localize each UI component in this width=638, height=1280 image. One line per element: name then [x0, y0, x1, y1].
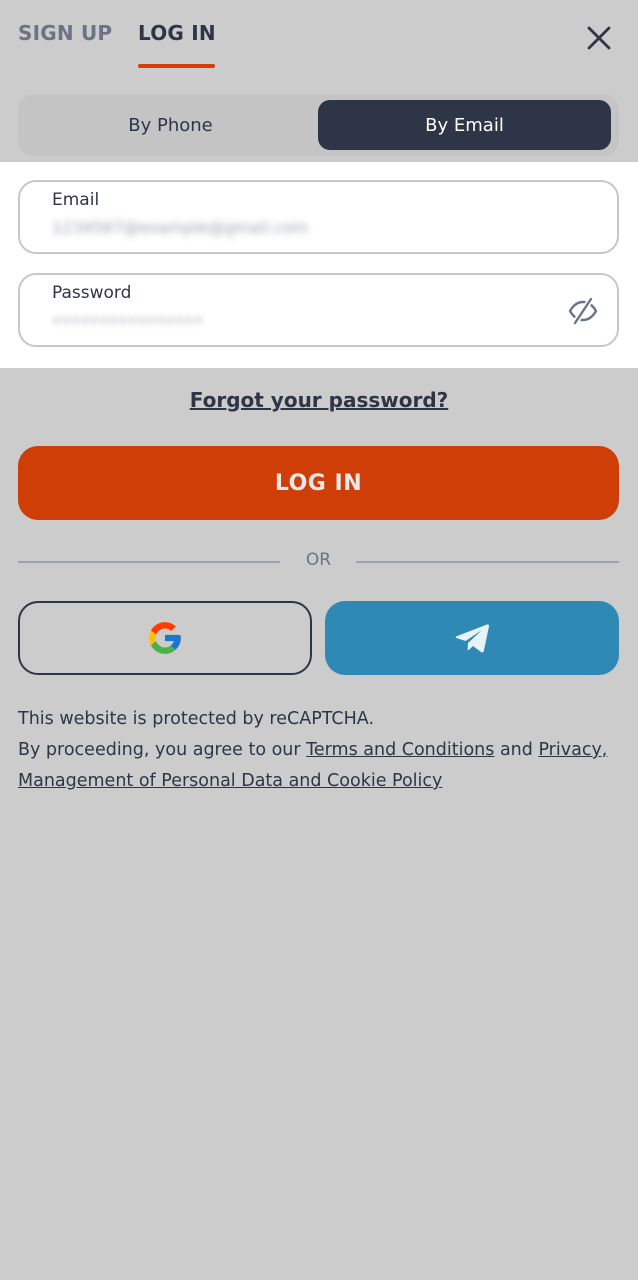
recaptcha-notice: This website is protected by reCAPTCHA.: [18, 709, 375, 729]
email-value[interactable]: 1234567@example@gmail.com: [52, 218, 308, 242]
privacy-link[interactable]: Privacy,: [538, 740, 607, 760]
eye-off-icon: [568, 297, 598, 325]
terms-prefix: By proceeding, you agree to our: [18, 740, 307, 760]
by-email-button[interactable]: By Email: [318, 100, 611, 150]
divider-line-right: [356, 561, 619, 563]
auth-tabs: SIGN UP LOG IN: [0, 0, 638, 80]
password-field[interactable]: Password ••••••••••••••••: [18, 273, 619, 347]
login-method-switch: By Phone By Email: [18, 94, 619, 156]
or-divider: OR: [18, 550, 619, 574]
by-phone-button[interactable]: By Phone: [24, 100, 317, 150]
terms-link[interactable]: Terms and Conditions: [306, 740, 494, 760]
google-login-button[interactable]: [18, 601, 312, 675]
telegram-icon: [455, 624, 490, 653]
tab-sign-up[interactable]: SIGN UP: [18, 21, 112, 45]
email-field[interactable]: Email 1234567@example@gmail.com: [18, 180, 619, 254]
forgot-password-link[interactable]: Forgot your password?: [0, 388, 638, 412]
active-tab-indicator: [138, 64, 215, 68]
password-value[interactable]: ••••••••••••••••: [52, 311, 203, 335]
google-icon: [149, 622, 181, 654]
privacy-link-cont-row: Management of Personal Data and Cookie P…: [18, 766, 628, 797]
legal-notice: This website is protected by reCAPTCHA. …: [18, 704, 628, 797]
close-button[interactable]: [583, 22, 615, 54]
toggle-password-visibility-button[interactable]: [567, 295, 599, 327]
telegram-login-button[interactable]: [325, 601, 619, 675]
close-icon: [587, 26, 611, 50]
credentials-panel: Email 1234567@example@gmail.com Password…: [0, 162, 638, 368]
terms-notice: By proceeding, you agree to our Terms an…: [18, 735, 628, 766]
terms-and: and: [494, 740, 539, 760]
log-in-button[interactable]: LOG IN: [18, 446, 619, 520]
password-label: Password: [52, 283, 132, 303]
tab-log-in[interactable]: LOG IN: [138, 21, 216, 45]
or-label: OR: [305, 550, 332, 570]
email-label: Email: [52, 190, 100, 210]
privacy-policy-link[interactable]: Management of Personal Data and Cookie P…: [18, 771, 442, 791]
